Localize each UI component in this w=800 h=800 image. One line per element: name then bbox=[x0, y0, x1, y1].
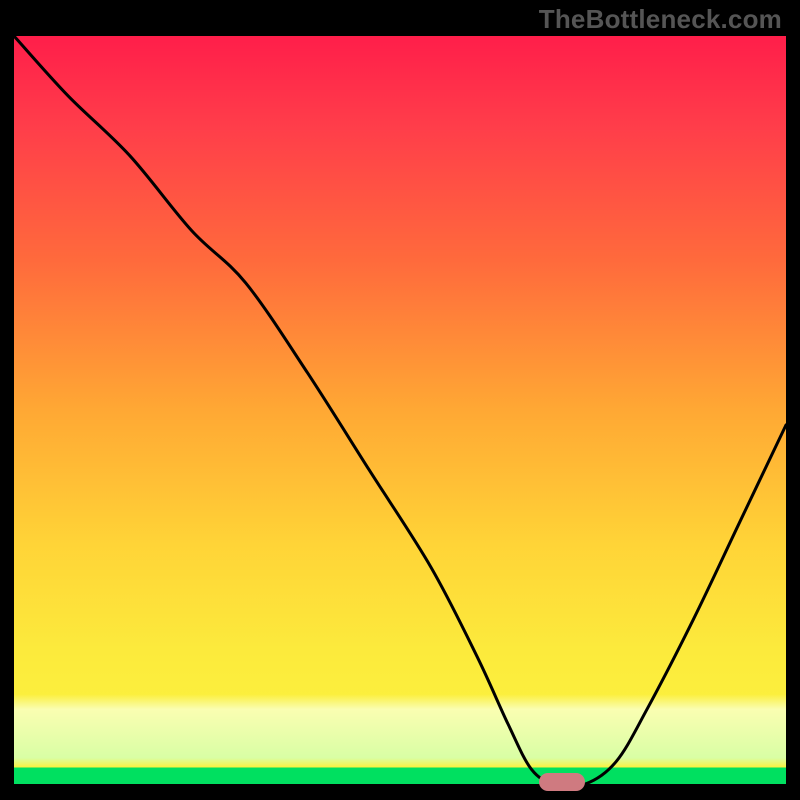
plot-area bbox=[14, 36, 786, 784]
optimum-marker bbox=[539, 773, 585, 791]
watermark-text: TheBottleneck.com bbox=[539, 4, 782, 35]
bottleneck-curve bbox=[14, 36, 786, 784]
chart-frame: TheBottleneck.com bbox=[0, 0, 800, 800]
